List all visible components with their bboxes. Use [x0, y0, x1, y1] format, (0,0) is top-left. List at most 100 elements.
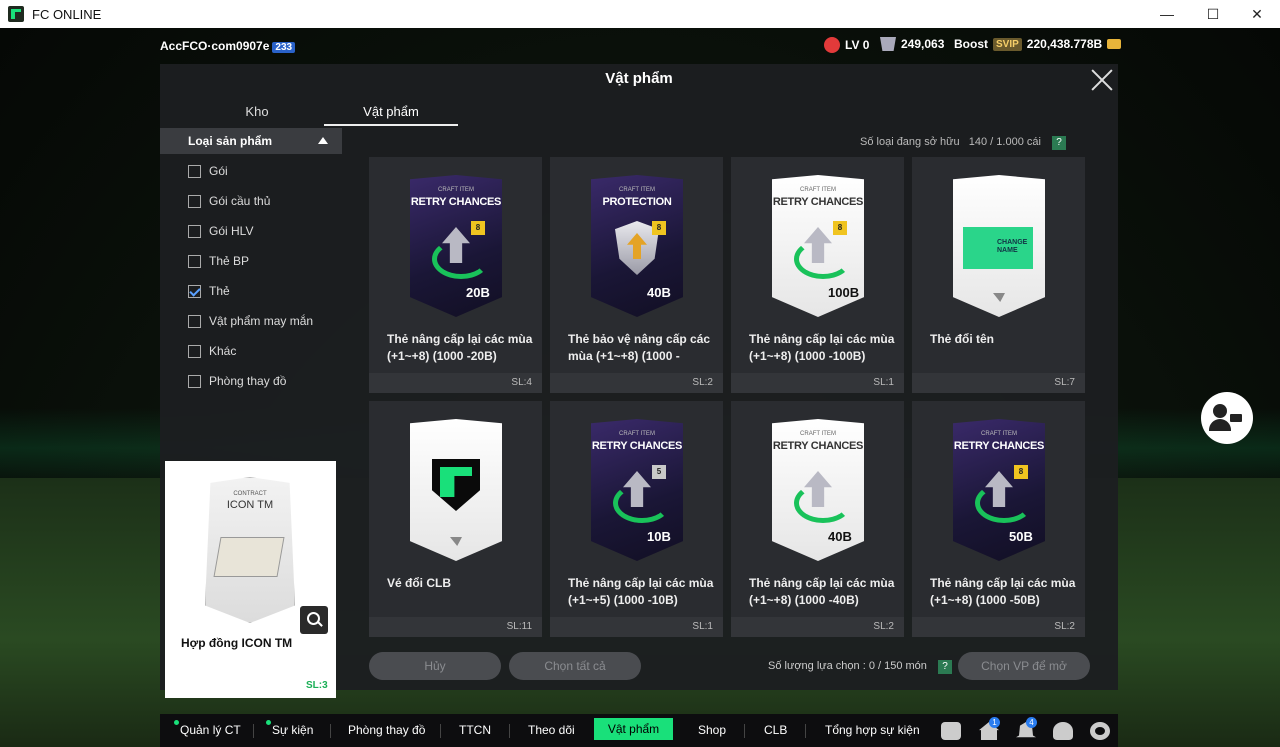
card-amount: 40B	[647, 285, 671, 300]
nav-vat-pham-active[interactable]: Vật phẩm	[594, 718, 673, 740]
retry-chances-card-image: CRAFT ITEM RETRY CHANCES 8 100B	[772, 175, 864, 317]
checkbox-icon[interactable]	[188, 165, 201, 178]
account-name-text: AccFCO·com0907e	[160, 39, 270, 53]
filter-goi-hlv[interactable]: Gói HLV	[188, 224, 313, 254]
filter-label: Gói cầu thủ	[209, 194, 271, 208]
notification-dot-icon	[266, 720, 271, 725]
cancel-button[interactable]: Hủy	[369, 652, 501, 680]
tab-kho[interactable]: Kho	[192, 104, 322, 119]
card-amount: 40B	[828, 529, 852, 544]
level-badge: 5	[652, 465, 666, 479]
card-title: RETRY CHANCES	[772, 196, 864, 208]
item-card[interactable]: CRAFT ITEM RETRY CHANCES 40B Thẻ nâng cấ…	[731, 401, 904, 637]
nav-clb[interactable]: CLB	[764, 723, 787, 737]
checkbox-icon[interactable]	[188, 375, 201, 388]
card-tag: CRAFT ITEM	[800, 187, 836, 193]
tab-vat-pham[interactable]: Vật phẩm	[324, 104, 458, 126]
nav-shop[interactable]: Shop	[698, 723, 726, 737]
filter-khac[interactable]: Khác	[188, 344, 313, 374]
window-title: FC ONLINE	[32, 6, 102, 22]
bell-badge: 4	[1026, 717, 1037, 728]
card-amount: 10B	[647, 529, 671, 544]
friends-chat-button[interactable]	[1201, 392, 1253, 444]
fc-mini-logo-icon	[993, 293, 1005, 302]
retry-chances-card-image: CRAFT ITEM RETRY CHANCES 8 20B	[410, 175, 502, 317]
contract-box-icon	[213, 537, 285, 577]
filter-the-bp[interactable]: Thẻ BP	[188, 254, 313, 284]
zoom-search-icon[interactable]	[300, 606, 328, 634]
help-icon[interactable]: ?	[937, 660, 952, 674]
close-icon[interactable]	[1090, 68, 1114, 92]
checkbox-icon[interactable]	[188, 255, 201, 268]
help-icon[interactable]: ?	[1052, 136, 1066, 150]
open-selected-button[interactable]: Chọn VP để mở	[958, 652, 1090, 680]
checkbox-icon[interactable]	[188, 195, 201, 208]
item-card[interactable]: CRAFT ITEM PROTECTION 8 40B Thẻ bảo vệ n…	[550, 157, 723, 393]
preview-card-title: ICON TM	[226, 499, 274, 511]
item-name: Thẻ nâng cấp lại các mùa (+1~+8) (1000 -…	[749, 576, 895, 607]
protection-card-image: CRAFT ITEM PROTECTION 8 40B	[591, 175, 683, 317]
owned-label: Số loại đang sở hữu	[860, 136, 960, 148]
item-card[interactable]: CRAFT ITEM RETRY CHANCES 8 100B Thẻ nâng…	[731, 157, 904, 393]
filter-goi-cau-thu[interactable]: Gói cầu thủ	[188, 194, 313, 224]
nav-su-kien[interactable]: Sự kiện	[266, 720, 313, 737]
card-title: PROTECTION	[602, 196, 672, 208]
select-all-button[interactable]: Chọn tất cả	[509, 652, 641, 680]
preview-card-tag: CONTRACT	[233, 491, 267, 497]
item-name: Thẻ đổi tên	[930, 332, 994, 346]
fc-mini-logo-icon	[450, 537, 462, 546]
nav-ttcn[interactable]: TTCN	[459, 723, 491, 737]
change-name-card-image: CHANGE NAME	[953, 175, 1045, 317]
item-card[interactable]: CRAFT ITEM RETRY CHANCES 5 10B Thẻ nâng …	[550, 401, 723, 637]
gear-icon[interactable]	[1090, 722, 1110, 740]
filter-label: Vật phẩm may mắn	[209, 314, 314, 328]
boost-indicator[interactable]: Boost SVIP 220,438.778B	[954, 37, 1122, 51]
filter-sidebar: Loại sản phẩm Gói Gói cầu thủ Gói HLV Th…	[160, 128, 342, 698]
minimize-button[interactable]: —	[1144, 0, 1190, 28]
nav-quan-ly-ct[interactable]: Quản lý CT	[174, 720, 241, 737]
card-tag: CRAFT ITEM	[438, 187, 474, 193]
card-amount: 50B	[1009, 529, 1033, 544]
item-qty: SL:4	[369, 373, 542, 393]
filter-header[interactable]: Loại sản phẩm	[160, 128, 342, 154]
filter-label: Phòng thay đồ	[209, 374, 287, 388]
item-qty: SL:2	[731, 617, 904, 637]
nav-tong-hop-su-kien[interactable]: Tổng hợp sự kiện	[825, 723, 920, 737]
item-preview-card[interactable]: CONTRACT ICON TM Hợp đồng ICON TM SL:3	[165, 461, 336, 698]
nav-theo-doi[interactable]: Theo dõi	[528, 723, 575, 737]
boost-label: Boost	[954, 37, 988, 51]
user-icon[interactable]	[1053, 722, 1073, 740]
level-badge: 8	[471, 221, 485, 235]
retry-chances-card-image: CRAFT ITEM RETRY CHANCES 8 50B	[953, 419, 1045, 561]
selected-count-text: Số lượng lựa chọn : 0 / 150 món	[768, 660, 927, 672]
filter-vat-pham-may-man[interactable]: Vật phẩm may mắn	[188, 314, 313, 344]
filter-phong-thay-do[interactable]: Phòng thay đồ	[188, 374, 313, 404]
top-info-bar: AccFCO·com0907e 233 LV 0 249,063 Boost SV…	[0, 32, 1280, 60]
checkbox-icon[interactable]	[188, 345, 201, 358]
ticket-text: CHANGE NAME	[997, 239, 1028, 254]
bp-amount: 220,438.778B	[1026, 37, 1103, 51]
nav-divider	[253, 724, 254, 738]
chat-icon[interactable]	[941, 722, 961, 740]
checkbox-icon[interactable]	[188, 315, 201, 328]
home-badge: 1	[989, 717, 1000, 728]
item-card[interactable]: CRAFT ITEM RETRY CHANCES 8 20B Thẻ nâng …	[369, 157, 542, 393]
angry-face-icon	[824, 37, 840, 53]
checkbox-checked-icon[interactable]	[188, 285, 201, 298]
nav-phong-thay-do[interactable]: Phòng thay đồ	[348, 723, 425, 737]
maximize-button[interactable]: ☐	[1190, 0, 1236, 28]
card-amount: 100B	[828, 285, 860, 300]
filter-label: Gói	[209, 164, 228, 178]
checkbox-icon[interactable]	[188, 225, 201, 238]
item-card[interactable]: CRAFT ITEM RETRY CHANCES 8 50B Thẻ nâng …	[912, 401, 1085, 637]
item-qty: SL:11	[369, 617, 542, 637]
level-badge: 8	[833, 221, 847, 235]
coin-value: 249,063	[901, 37, 945, 51]
filter-the[interactable]: Thẻ	[188, 284, 313, 314]
close-window-button[interactable]: ✕	[1234, 0, 1280, 28]
account-name: AccFCO·com0907e 233	[160, 39, 296, 53]
item-card[interactable]: CHANGE NAME Thẻ đổi tên SL:7	[912, 157, 1085, 393]
item-card[interactable]: Vé đổi CLB SL:11	[369, 401, 542, 637]
filter-goi[interactable]: Gói	[188, 164, 313, 194]
coin-indicator: 249,063	[880, 37, 944, 51]
